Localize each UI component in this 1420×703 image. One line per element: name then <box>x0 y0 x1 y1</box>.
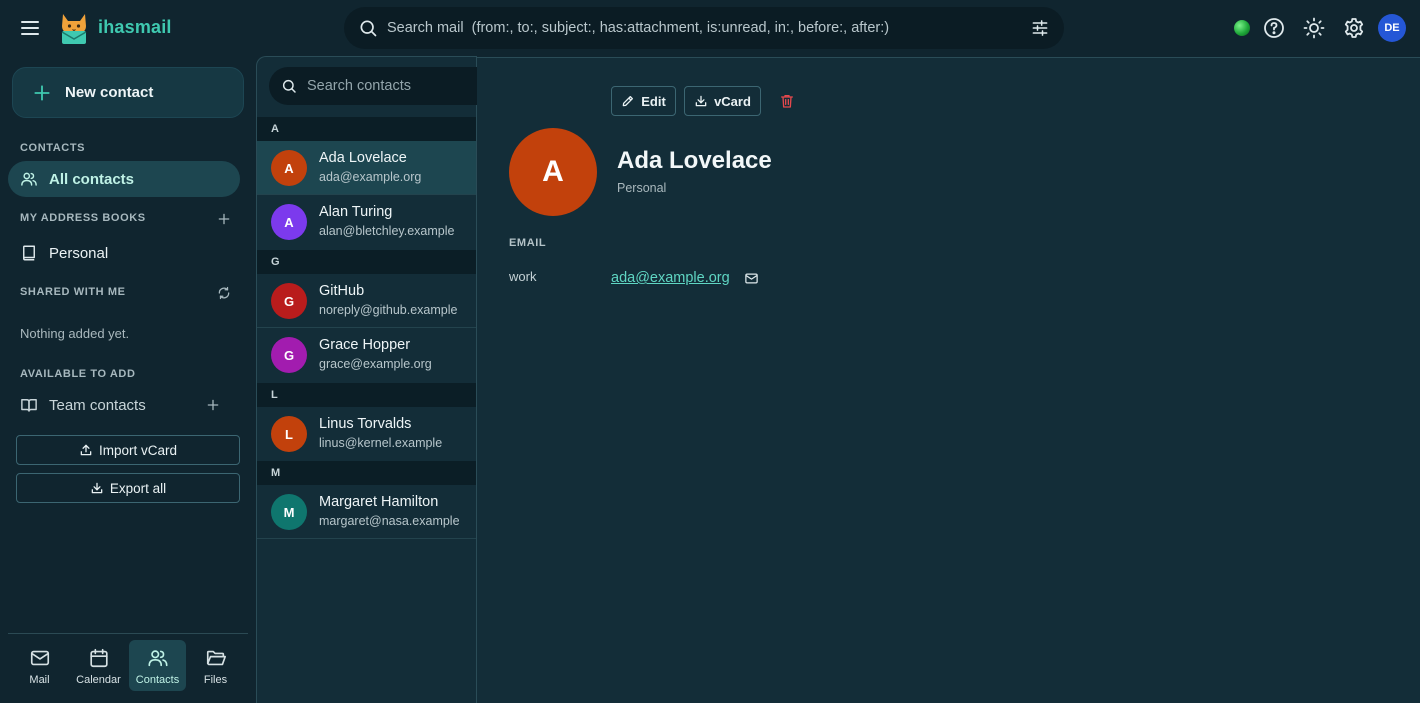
folder-icon <box>205 647 227 669</box>
contact-email: linus@kernel.example <box>319 436 443 450</box>
users-icon <box>147 647 169 669</box>
contact-name: Alan Turing <box>319 204 393 220</box>
import-vcard-button[interactable]: Import vCard <box>16 435 240 465</box>
open-book-icon <box>20 396 38 414</box>
letter-group-header: L <box>257 383 476 407</box>
help-icon[interactable] <box>1262 16 1286 40</box>
my-address-books-label: MY ADDRESS BOOKS <box>20 212 146 224</box>
contact-name: Linus Torvalds <box>319 416 412 432</box>
vcard-label: vCard <box>714 93 751 109</box>
calendar-icon <box>88 647 110 669</box>
left-sidebar: New contact CONTACTS All contacts MY ADD… <box>0 56 256 703</box>
contact-email: grace@example.org <box>319 357 432 371</box>
contact-avatar-large: A <box>509 128 597 216</box>
add-address-book-plus-icon[interactable] <box>217 212 231 226</box>
all-contacts-label: All contacts <box>49 170 135 188</box>
contact-email: ada@example.org <box>319 170 422 184</box>
user-avatar[interactable]: DE <box>1378 14 1406 42</box>
download-icon <box>694 94 708 108</box>
mail-icon <box>29 647 51 669</box>
sidebar-item-team-contacts[interactable]: Team contacts <box>8 387 232 423</box>
contact-email: noreply@github.example <box>319 303 458 317</box>
letter-group-header: A <box>257 117 476 141</box>
email-type-label: work <box>509 269 537 284</box>
top-bar: ihasmail Search mail (from:, to:, subjec… <box>0 0 1420 56</box>
shared-with-me-label: SHARED WITH ME <box>20 286 126 298</box>
contact-email: margaret@nasa.example <box>319 514 460 528</box>
contact-address-book: Personal <box>617 181 667 195</box>
available-to-add-label: AVAILABLE TO ADD <box>20 368 136 380</box>
contact-name: Ada Lovelace <box>319 150 407 166</box>
contact-row[interactable]: L Linus Torvalds linus@kernel.example <box>257 407 476 461</box>
cat-logo-icon <box>58 10 90 46</box>
nav-contacts-label: Contacts <box>135 674 180 686</box>
nav-mail[interactable]: Mail <box>11 640 68 691</box>
app-switcher: Mail Calendar Contacts Files <box>8 633 248 703</box>
import-vcard-label: Import vCard <box>98 442 178 458</box>
nav-files[interactable]: Files <box>187 640 244 691</box>
theme-sun-icon[interactable] <box>1302 16 1326 40</box>
new-contact-label: New contact <box>65 84 154 101</box>
contact-avatar: M <box>271 494 307 530</box>
edit-button[interactable]: Edit <box>611 86 676 116</box>
menu-icon[interactable] <box>18 16 42 40</box>
refresh-icon[interactable] <box>217 286 231 300</box>
contact-row[interactable]: A Ada Lovelace ada@example.org <box>257 141 476 195</box>
delete-trash-icon[interactable] <box>779 93 795 109</box>
contact-list-panel: A A Ada Lovelace ada@example.org A Alan … <box>256 56 556 703</box>
sidebar-item-personal[interactable]: Personal <box>8 235 240 271</box>
letter-group-header: G <box>257 250 476 274</box>
nav-contacts[interactable]: Contacts <box>129 640 186 691</box>
nav-files-label: Files <box>203 674 228 686</box>
download-icon <box>90 481 104 495</box>
contact-name: Margaret Hamilton <box>319 494 439 510</box>
nav-calendar[interactable]: Calendar <box>70 640 127 691</box>
book-icon <box>20 244 38 262</box>
connection-status-indicator <box>1234 20 1250 36</box>
personal-label: Personal <box>49 244 109 262</box>
mail-search-input[interactable] <box>387 7 1030 49</box>
pencil-icon <box>621 94 635 108</box>
search-icon <box>358 18 378 38</box>
sidebar-item-all-contacts[interactable]: All contacts <box>8 161 240 197</box>
contacts-section-label: CONTACTS <box>20 142 86 154</box>
nav-mail-label: Mail <box>29 674 50 686</box>
contact-email-link[interactable]: ada@example.org <box>611 270 730 286</box>
upload-icon <box>79 443 93 457</box>
contact-row[interactable]: M Margaret Hamilton margaret@nasa.exampl… <box>257 485 476 539</box>
new-contact-button[interactable]: New contact <box>12 67 244 118</box>
contact-row[interactable]: G GitHub noreply@github.example <box>257 274 476 328</box>
users-icon <box>20 170 38 188</box>
search-icon <box>281 78 297 94</box>
edit-label: Edit <box>641 93 666 109</box>
compose-mail-icon[interactable] <box>744 271 759 286</box>
brand-name: ihasmail <box>98 17 172 37</box>
export-all-label: Export all <box>109 480 167 496</box>
search-filters-icon[interactable] <box>1030 18 1050 38</box>
contact-avatar: A <box>271 150 307 186</box>
contact-email: alan@bletchley.example <box>319 224 455 238</box>
add-team-contacts-plus-icon[interactable] <box>206 398 220 412</box>
settings-gear-icon[interactable] <box>1342 16 1366 40</box>
vcard-download-button[interactable]: vCard <box>684 86 761 116</box>
shared-empty-text: Nothing added yet. <box>20 326 130 341</box>
contact-avatar: G <box>271 337 307 373</box>
team-contacts-label: Team contacts <box>49 396 146 414</box>
contact-name: GitHub <box>319 283 365 299</box>
contact-avatar: L <box>271 416 307 452</box>
contact-row[interactable]: G Grace Hopper grace@example.org <box>257 328 476 382</box>
contact-avatar: G <box>271 283 307 319</box>
export-all-button[interactable]: Export all <box>16 473 240 503</box>
letter-group-header: M <box>257 461 476 485</box>
contact-row[interactable]: A Alan Turing alan@bletchley.example <box>257 195 476 249</box>
contact-detail-pane: Edit vCard A Ada Lovelace Personal EMAIL… <box>477 57 1420 703</box>
mail-search-bar[interactable] <box>344 7 1064 49</box>
contact-avatar: A <box>271 204 307 240</box>
nav-calendar-label: Calendar <box>76 674 121 686</box>
contact-detail-name: Ada Lovelace <box>617 147 772 174</box>
email-section-label: EMAIL <box>509 237 547 249</box>
contact-name: Grace Hopper <box>319 337 411 353</box>
plus-icon <box>32 83 52 103</box>
